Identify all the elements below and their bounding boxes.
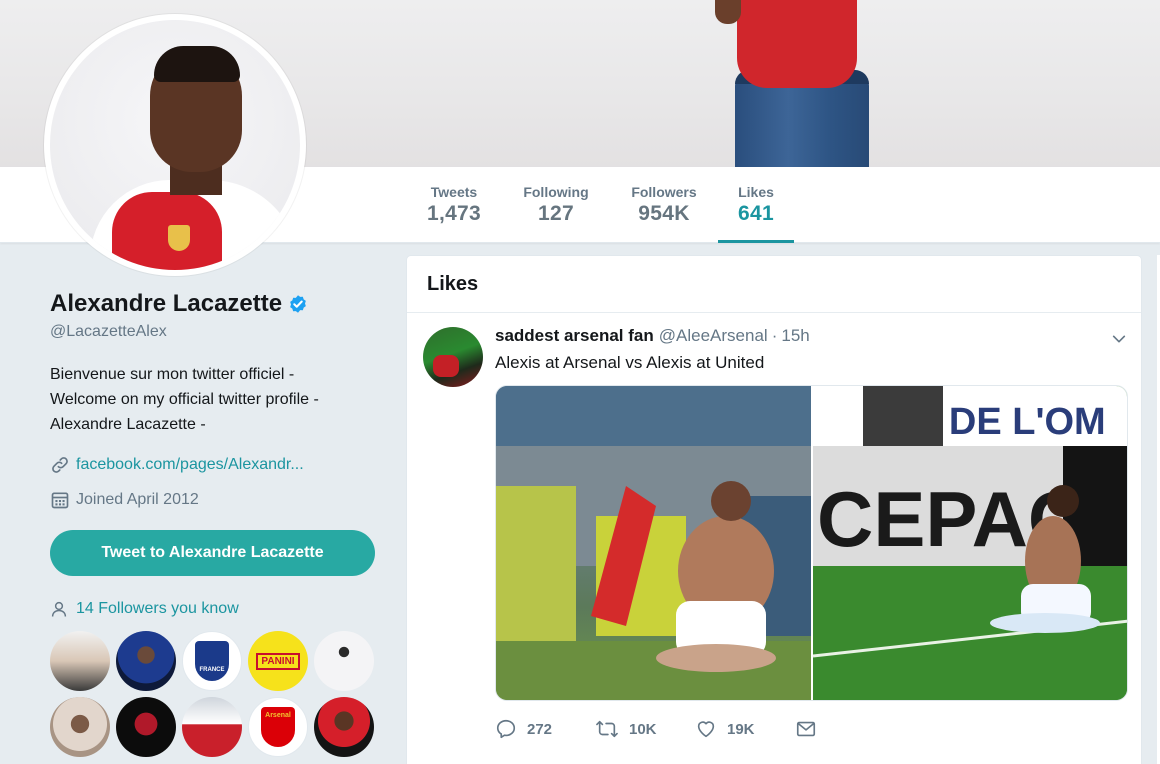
- tweet-actions: 272 10K 19K: [495, 718, 817, 740]
- nav-tweets[interactable]: Tweets 1,473: [420, 167, 488, 243]
- nav-likes-label: Likes: [738, 184, 774, 200]
- profile-avatar[interactable]: [44, 14, 306, 276]
- like-button[interactable]: 19K: [695, 718, 795, 740]
- tweet-timestamp[interactable]: 15h: [781, 326, 809, 346]
- tweet-header: saddest arsenal fan @AleeArsenal · 15h: [495, 326, 810, 346]
- reply-button[interactable]: 272: [495, 718, 595, 740]
- nav-tweets-count: 1,473: [426, 202, 482, 225]
- direct-message-button[interactable]: [795, 718, 817, 740]
- nav-following[interactable]: Following 127: [516, 167, 596, 243]
- retweet-icon: [596, 720, 618, 738]
- follower-avatar[interactable]: [50, 697, 110, 757]
- profile-handle[interactable]: @LacazetteAlex: [50, 323, 167, 341]
- tweet-item[interactable]: saddest arsenal fan @AleeArsenal · 15h A…: [407, 313, 1141, 753]
- nav-tweets-label: Tweets: [430, 184, 478, 200]
- banner-photo: [715, 0, 875, 167]
- link-icon: [52, 457, 68, 473]
- bio-line: Bienvenue sur mon twitter officiel -: [50, 366, 295, 383]
- follower-avatar[interactable]: FRANCE: [182, 631, 242, 691]
- retweet-count: 10K: [629, 720, 657, 738]
- avatar-photo: [50, 20, 300, 270]
- profile-url[interactable]: facebook.com/pages/Alexandr...: [50, 455, 304, 475]
- timeline-title: Likes: [427, 272, 479, 295]
- likes-timeline: Likes saddest arsenal fan @AleeArsenal ·…: [406, 255, 1142, 764]
- retweet-button[interactable]: 10K: [595, 718, 695, 740]
- follower-avatar[interactable]: Arsenal: [248, 697, 308, 757]
- bio-line: Welcome on my official twitter profile -: [50, 391, 319, 408]
- tweet-image-arsenal[interactable]: [496, 386, 811, 700]
- follower-avatar[interactable]: [314, 631, 374, 691]
- chevron-down-icon[interactable]: [1111, 331, 1127, 347]
- follower-fff-text: FRANCE: [199, 667, 225, 673]
- tweet-text: Alexis at Arsenal vs Alexis at United: [495, 353, 765, 372]
- timeline-header: Likes: [407, 256, 1141, 313]
- tweet-to-button[interactable]: Tweet to Alexandre Lacazette: [50, 530, 375, 576]
- like-count: 19K: [727, 720, 755, 738]
- nav-likes-count: 641: [738, 202, 774, 225]
- message-icon: [796, 721, 816, 737]
- nav-followers[interactable]: Followers 954K: [624, 167, 704, 243]
- nav-following-label: Following: [523, 184, 589, 200]
- follower-arsenal-text: Arsenal: [265, 712, 291, 719]
- nav-followers-label: Followers: [631, 184, 697, 200]
- like-icon: [697, 721, 715, 738]
- user-icon: [51, 601, 67, 617]
- profile-name-row: Alexandre Lacazette: [50, 290, 308, 318]
- nav-following-count: 127: [538, 202, 574, 225]
- follower-avatar[interactable]: [314, 697, 374, 757]
- follower-avatar[interactable]: [50, 631, 110, 691]
- followers-you-know[interactable]: 14 Followers you know: [50, 600, 239, 618]
- reply-count: 272: [527, 720, 553, 738]
- nav-likes[interactable]: Likes 641: [718, 167, 794, 243]
- verified-badge-icon: [290, 295, 306, 313]
- profile-joined-text: Joined April 2012: [76, 491, 199, 508]
- profile-bio: Bienvenue sur mon twitter officiel - Wel…: [50, 362, 370, 437]
- arsenal-photo: [496, 386, 811, 700]
- calendar-icon: [51, 492, 69, 509]
- tweet-author-handle[interactable]: @AleeArsenal: [659, 326, 768, 346]
- tweet-separator: ·: [771, 326, 778, 345]
- follower-avatar[interactable]: [116, 631, 176, 691]
- followers-you-know-text[interactable]: 14 Followers you know: [76, 600, 239, 618]
- follower-panini-text: PANINI: [256, 652, 300, 670]
- bio-line: Alexandre Lacazette -: [50, 416, 206, 433]
- follower-avatar[interactable]: PANINI: [248, 631, 308, 691]
- reply-icon: [496, 719, 516, 739]
- profile-url-text[interactable]: facebook.com/pages/Alexandr...: [76, 456, 304, 474]
- profile-joined: Joined April 2012: [50, 490, 199, 510]
- kid-photo: S DE L'OM CEPAC: [813, 386, 1127, 700]
- tweet-author-avatar[interactable]: [423, 327, 483, 387]
- nav-followers-count: 954K: [638, 202, 690, 225]
- follower-avatar[interactable]: [116, 697, 176, 757]
- follower-avatar[interactable]: [182, 697, 242, 757]
- tweet-image-united[interactable]: S DE L'OM CEPAC: [813, 386, 1127, 700]
- profile-name[interactable]: Alexandre Lacazette: [50, 290, 282, 318]
- tweet-media[interactable]: S DE L'OM CEPAC: [495, 385, 1128, 701]
- tweet-author-name[interactable]: saddest arsenal fan: [495, 326, 654, 346]
